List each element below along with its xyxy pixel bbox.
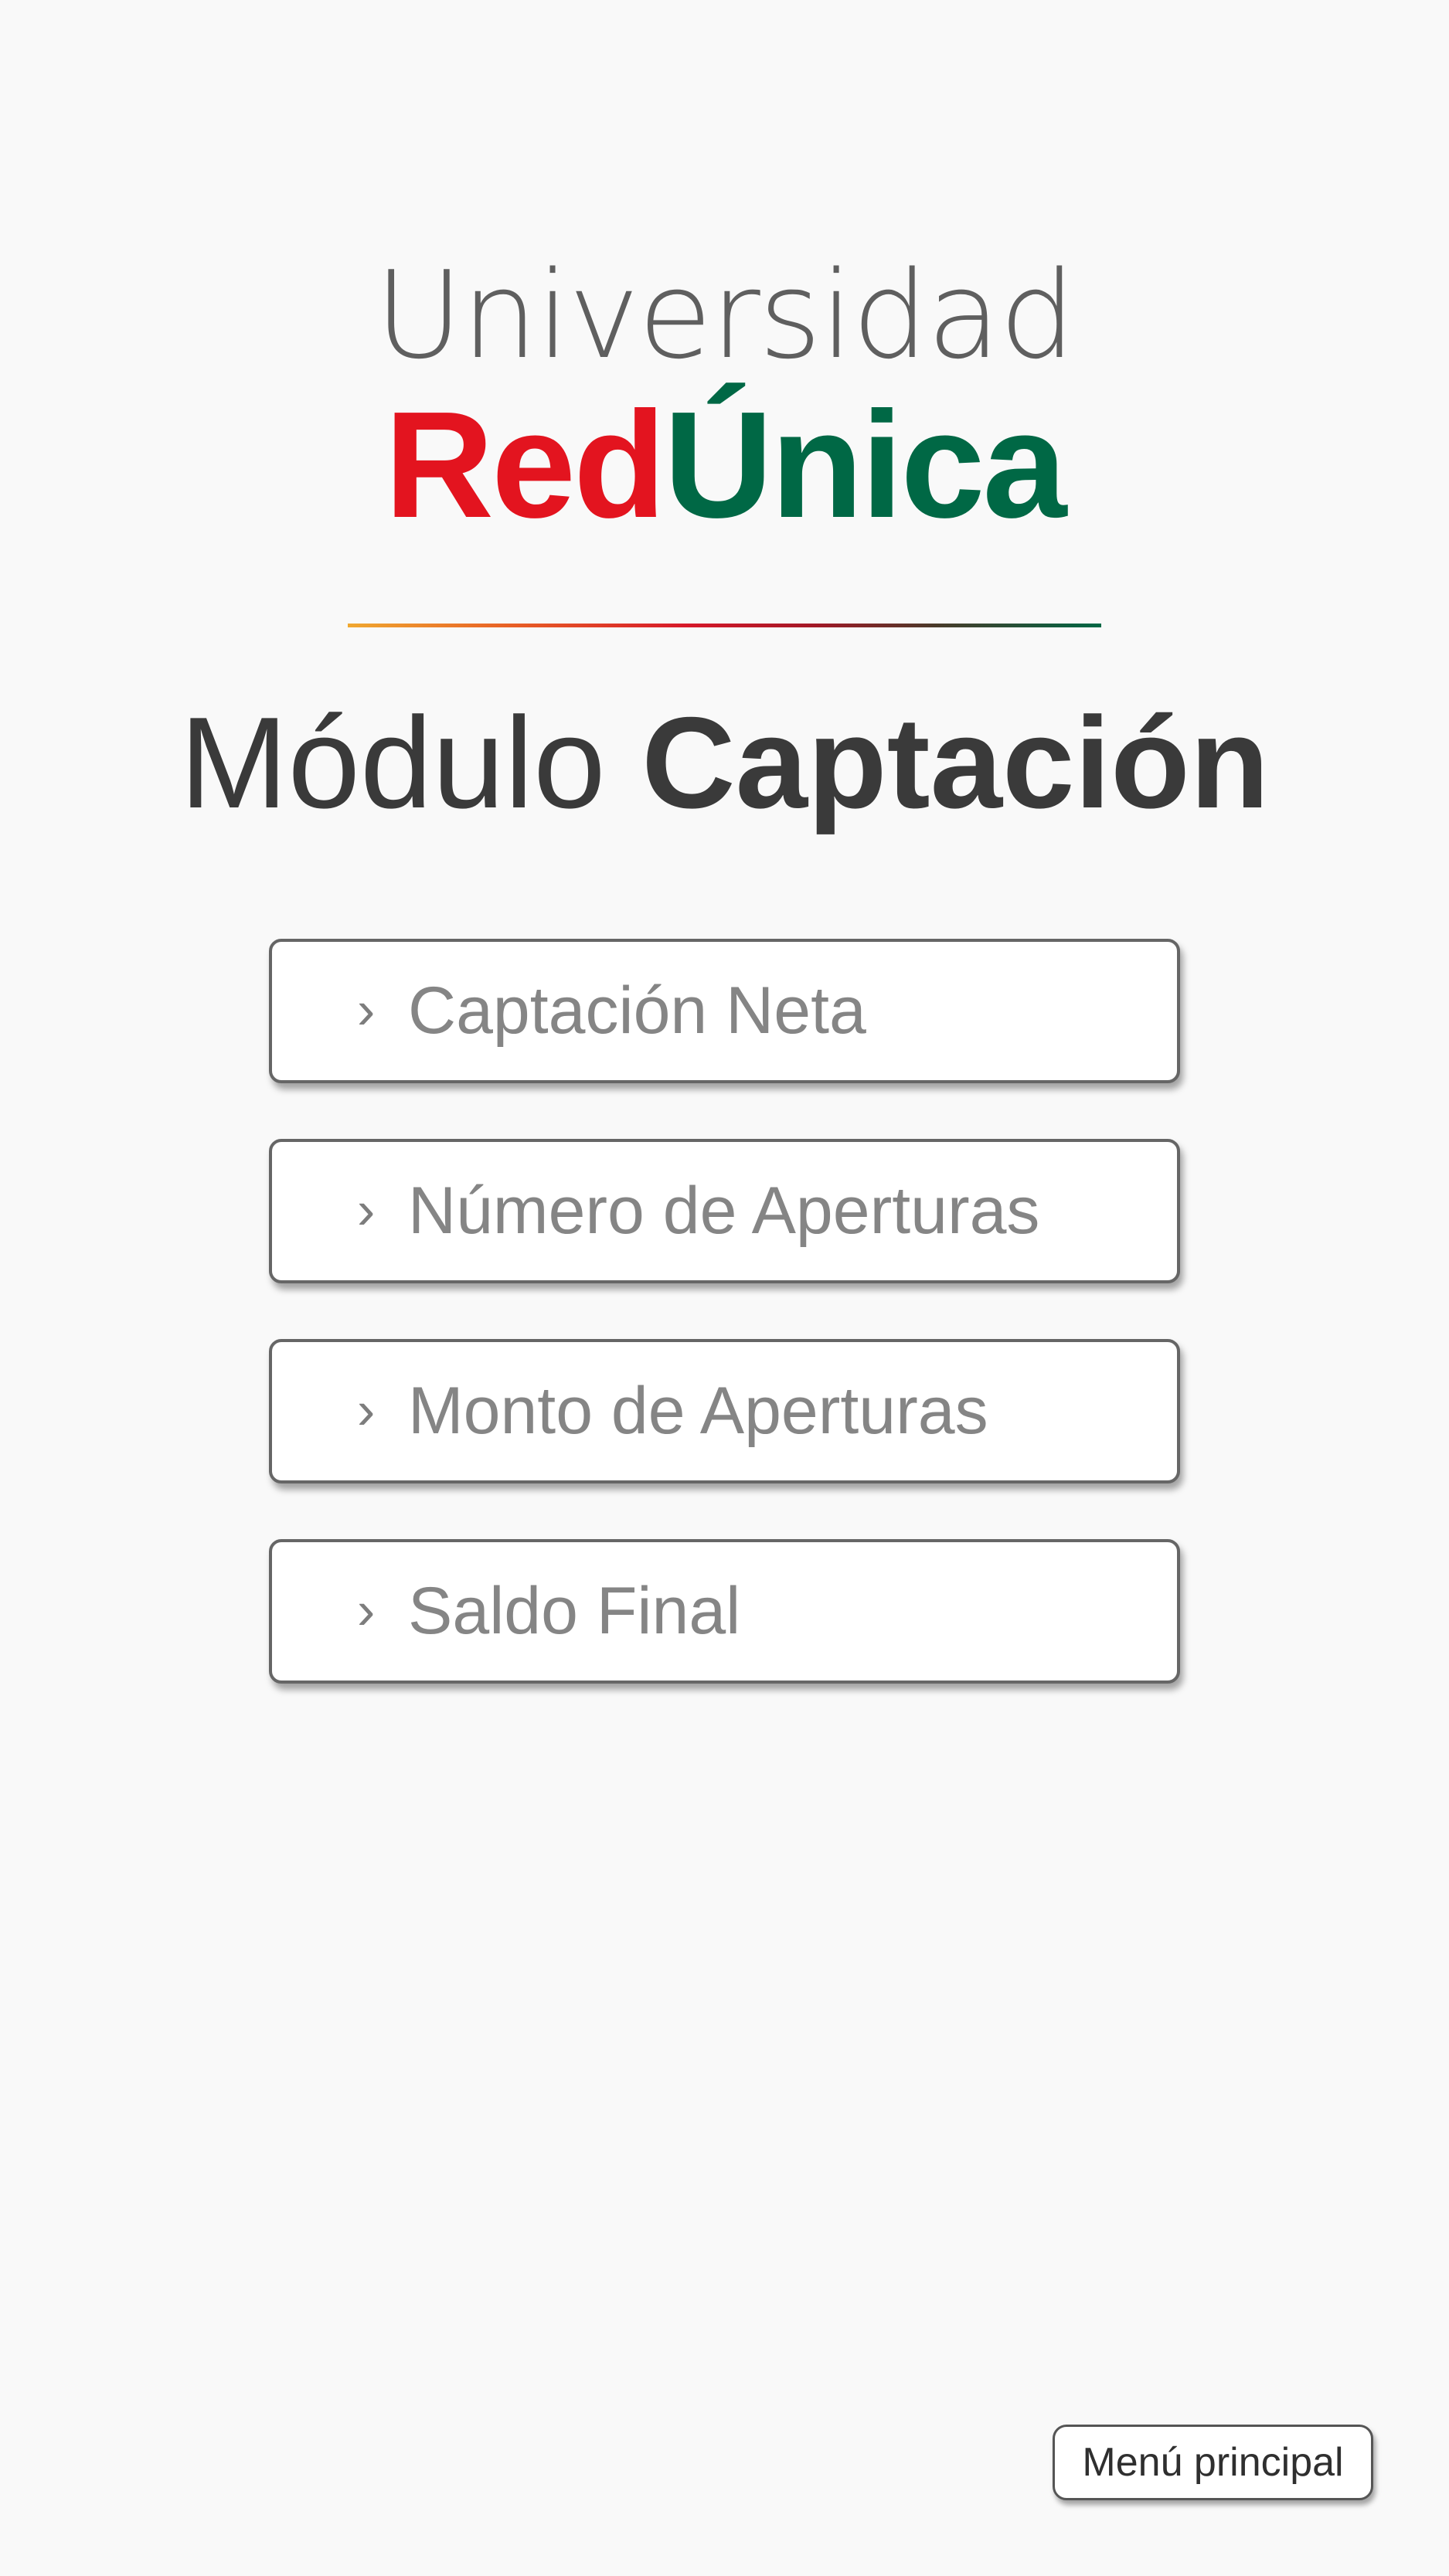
- gradient-divider: [348, 624, 1101, 627]
- chevron-right-icon: ›: [357, 1379, 376, 1440]
- menu-item-monto-aperturas[interactable]: › Monto de Aperturas: [269, 1339, 1180, 1483]
- chevron-right-icon: ›: [357, 1179, 376, 1240]
- page-title-bold: Captación: [641, 690, 1270, 835]
- module-menu: › Captación Neta › Número de Aperturas ›…: [269, 939, 1180, 1739]
- main-menu-button[interactable]: Menú principal: [1053, 2425, 1373, 2500]
- menu-item-saldo-final[interactable]: › Saldo Final: [269, 1539, 1180, 1684]
- menu-item-captacion-neta[interactable]: › Captación Neta: [269, 939, 1180, 1083]
- menu-item-label: Número de Aperturas: [408, 1174, 1040, 1248]
- chevron-right-icon: ›: [357, 1579, 376, 1640]
- page-title: Módulo Captación: [0, 692, 1449, 834]
- logo-universidad-text: Universidad: [374, 245, 1076, 386]
- logo-redunica-text: RedÚnica: [0, 389, 1449, 541]
- logo-red-text: Red: [384, 380, 665, 549]
- menu-item-label: Monto de Aperturas: [408, 1374, 988, 1448]
- chevron-right-icon: ›: [357, 979, 376, 1040]
- brand-logo: Universidad RedÚnica: [0, 255, 1449, 541]
- menu-item-label: Saldo Final: [408, 1574, 741, 1648]
- logo-unica-text: Única: [663, 380, 1067, 549]
- menu-item-numero-aperturas[interactable]: › Número de Aperturas: [269, 1139, 1180, 1283]
- page-title-light: Módulo: [179, 690, 642, 835]
- menu-item-label: Captación Neta: [408, 974, 866, 1048]
